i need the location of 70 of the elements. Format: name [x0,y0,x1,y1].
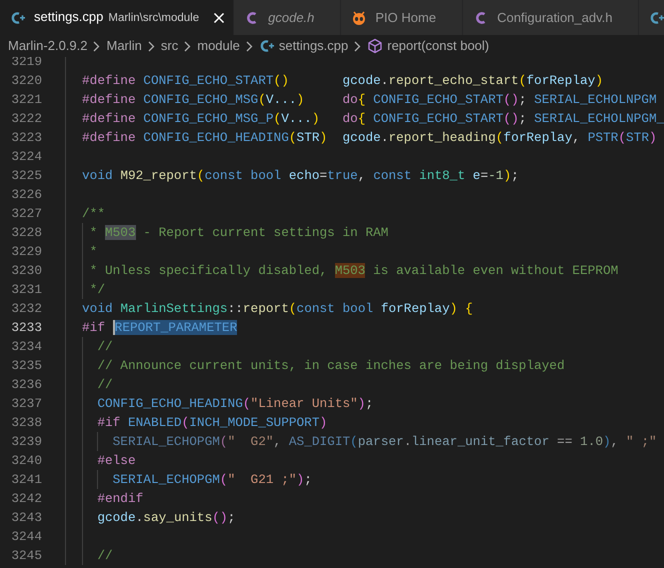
code-line: #define CONFIG_ECHO_MSG_P(V...) do{ CONFIG_ECHO_START(); SERIAL_ECHOLNPGM_ [82,111,664,126]
line-number: 3235 [10,357,42,375]
line-number: 3223 [10,129,42,147]
code-line: SERIAL_ECHOPGM(" G2", AS_DIGIT(parser.linear_unit_factor == 1.0), " ;" [112,434,657,449]
line-number: 3243 [10,509,42,527]
breadcrumb-item[interactable]: Marlin [106,36,142,56]
tab[interactable]: gcode.h [234,0,342,35]
cube-icon [367,38,384,54]
line-number: 3220 [10,72,42,90]
breadcrumb-item[interactable]: Marlin-2.0.9.2 [8,36,88,56]
line-number: 3232 [10,300,42,318]
tab[interactable]: settings.cpp Marlin\src\module [0,0,234,35]
line-number: 3237 [10,395,42,413]
line-number: 3245 [10,547,42,565]
close-icon[interactable] [213,12,226,24]
code-line: #if REPORT_PARAMETER [82,320,238,335]
line-number: 3221 [10,91,42,109]
line-number: 3242 [10,490,42,508]
breadcrumb-item[interactable]: settings.cpp [258,36,348,56]
line-number: 3240 [10,452,42,470]
code-line: * [88,244,98,259]
tab[interactable]: Configuration_adv.h [463,0,640,35]
alien-icon [351,10,368,26]
code-line: */ [88,282,105,297]
line-number: 3224 [10,148,42,166]
cpp-file-icon [10,10,26,26]
code-line: * M503 - Report current settings in RAM [88,225,388,240]
chevron-icon [93,40,100,52]
code-line: CONFIG_ECHO_HEADING("Linear Units"); [96,396,374,411]
code-line: gcode.say_units(); [96,510,236,525]
line-number: 3241 [10,471,42,489]
line-number: 3234 [10,338,42,356]
line-number: 3230 [10,262,42,280]
line-number: 3238 [10,414,42,432]
chevron-icon [184,40,192,52]
cpp-file-icon [649,10,664,26]
tab[interactable]: PIO Home [341,0,464,35]
code-line: // Announce current units, in case inches are being displayed [96,358,565,373]
line-number: 3239 [10,433,42,451]
code-line: void MarlinSettings::report(const bool forReplay) { [82,301,473,316]
code-line: #define CONFIG_ECHO_MSG(V...) do{ CONFIG_ECHO_START(); SERIAL_ECHOLNPGM [82,92,657,107]
code-line: // [96,377,113,392]
chevron-icon [354,40,362,52]
code-line: // [96,339,113,354]
code-line: #else [96,453,136,468]
line-number: 3226 [10,186,42,204]
line-number: 3233 [10,319,42,337]
code-line: /** [82,206,105,221]
line-number: 3244 [10,528,42,546]
code-line: #endif [96,491,144,506]
breadcrumb-item[interactable]: report(const bool) [367,36,490,56]
code-line: * Unless specifically disabled, M503 is available even without EEPROM [88,263,618,278]
chevron-icon [148,40,155,52]
line-number: 3227 [10,205,42,223]
code-line: #if ENABLED(INCH_MODE_SUPPORT) [96,415,328,430]
code-line: #define CONFIG_ECHO_START() gcode.report_echo_start(forReplay) [82,73,603,88]
line-number: 3225 [10,167,42,185]
line-number: 3231 [10,281,42,299]
code-line: void M92_report(const bool echo=true, const int8_t e=-1); [82,168,519,183]
breadcrumb-item[interactable]: src [160,36,178,56]
line-number: 3236 [10,376,42,394]
line-number: 3228 [10,224,42,242]
cpp-file-icon [258,38,275,54]
chevron-icon [246,40,253,52]
code-line: // [96,548,113,563]
line-number: 3222 [10,110,42,128]
line-number: 3229 [10,243,42,261]
breadcrumb-item[interactable]: module [197,36,240,56]
code-line: #define CONFIG_ECHO_HEADING(STR) gcode.report_heading(forReplay, PSTR(STR) [82,130,657,145]
code-line: SERIAL_ECHOPGM(" G21 ;"); [112,472,312,487]
